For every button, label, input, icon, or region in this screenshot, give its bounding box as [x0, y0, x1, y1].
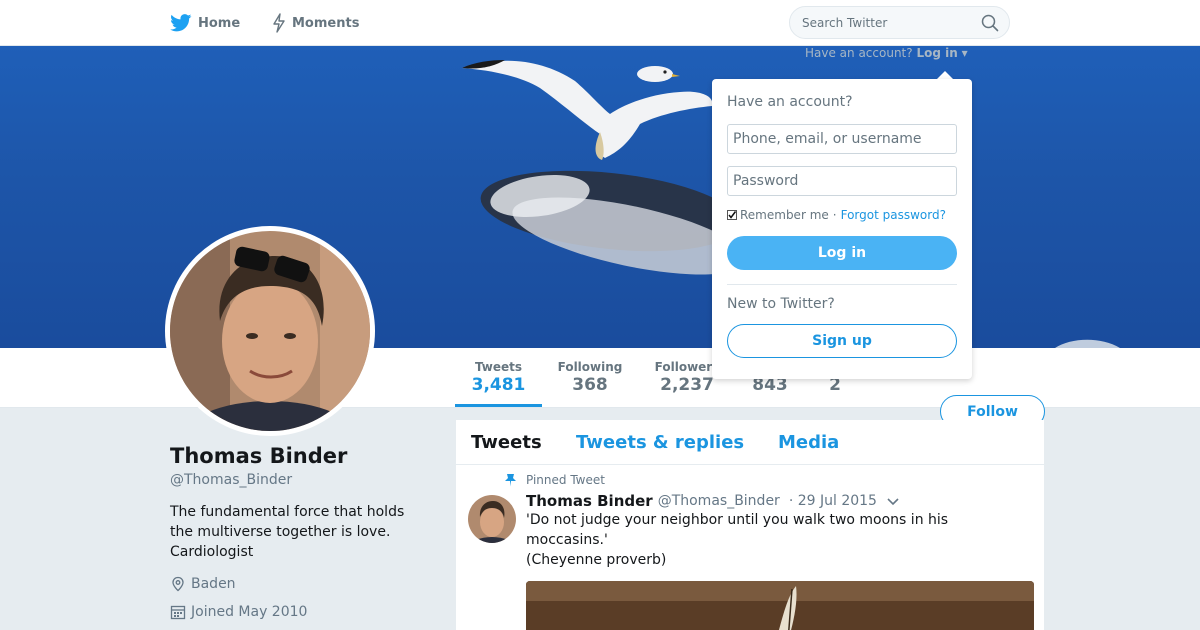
timeline: Tweets Tweets & replies Media Pinned Twe…	[456, 420, 1044, 630]
stat-tweets[interactable]: Tweets 3,481	[455, 360, 542, 395]
tweet-author-name[interactable]: Thomas Binder	[526, 492, 653, 510]
forgot-password-link[interactable]: Forgot password?	[841, 208, 946, 222]
tab-tweets[interactable]: Tweets	[471, 432, 542, 453]
stat-value: 368	[572, 375, 608, 395]
avatar-photo	[170, 231, 370, 431]
active-tab-underline	[455, 404, 542, 407]
separator-dot: ·	[832, 208, 837, 222]
login-hint-link[interactable]: Log in	[916, 46, 957, 60]
tweet-author-handle[interactable]: @Thomas_Binder	[658, 493, 780, 509]
tweet-avatar[interactable]	[468, 495, 516, 543]
stat-value: 3,481	[471, 375, 526, 395]
tweet-header: Thomas Binder @Thomas_Binder · 29 Jul 20…	[526, 492, 877, 510]
lightning-icon	[273, 13, 285, 33]
tab-tweets-replies[interactable]: Tweets & replies	[576, 432, 744, 453]
dropdown-caret	[937, 71, 953, 79]
login-hint: Have an account? Log in ▾	[805, 46, 968, 60]
stat-following[interactable]: Following 368	[550, 360, 630, 395]
remember-label: Remember me	[740, 208, 829, 222]
chevron-down-icon[interactable]	[886, 497, 900, 507]
dropdown-divider	[727, 284, 957, 285]
pin-icon	[505, 474, 516, 487]
tweet-text-line: 'Do not judge your neighbor until you wa…	[526, 512, 949, 548]
password-field[interactable]	[727, 166, 957, 196]
top-nav: Home Moments	[0, 0, 1200, 46]
username-field[interactable]	[727, 124, 957, 154]
remember-row: Remember me · Forgot password?	[727, 208, 946, 222]
new-to-twitter-label: New to Twitter?	[727, 296, 835, 312]
tweet-photo	[526, 581, 1034, 630]
profile-avatar[interactable]	[165, 226, 375, 436]
signup-button[interactable]: Sign up	[727, 324, 957, 358]
login-button[interactable]: Log in	[727, 236, 957, 270]
pinned-text: Pinned Tweet	[526, 473, 605, 487]
stat-label: Tweets	[474, 360, 523, 374]
tweet-text: 'Do not judge your neighbor until you wa…	[526, 510, 996, 570]
location-text: Baden	[191, 576, 236, 592]
login-dropdown: Have an account? Remember me · Forgot pa…	[712, 79, 972, 379]
nav-moments[interactable]: Moments	[272, 0, 359, 46]
caret-down-icon: ▾	[961, 46, 968, 60]
remember-checkbox[interactable]	[727, 210, 737, 220]
profile-joined: Joined May 2010	[170, 604, 307, 620]
nav-moments-label: Moments	[292, 15, 360, 31]
profile-name: Thomas Binder	[170, 444, 348, 468]
pinned-label: Pinned Tweet	[504, 473, 605, 487]
location-pin-icon	[172, 576, 184, 592]
stat-label: Following	[557, 360, 623, 374]
search-box	[789, 6, 1010, 39]
login-hint-text: Have an account?	[805, 46, 913, 60]
tweet-avatar-photo	[468, 495, 516, 543]
twitter-bird-icon	[170, 14, 192, 32]
tweet-text-line: (Cheyenne proverb)	[526, 552, 667, 568]
tweet-date[interactable]: · 29 Jul 2015	[789, 493, 877, 509]
dropdown-title: Have an account?	[727, 94, 853, 110]
tab-media[interactable]: Media	[778, 432, 839, 453]
search-icon[interactable]	[981, 14, 999, 32]
search-input[interactable]	[790, 7, 970, 38]
profile-handle[interactable]: @Thomas_Binder	[170, 472, 292, 488]
nav-home-label: Home	[198, 15, 241, 31]
calendar-icon	[170, 605, 186, 620]
profile-bio: The fundamental force that holds the mul…	[170, 504, 405, 560]
profile-location: Baden	[170, 576, 236, 592]
timeline-tabs: Tweets Tweets & replies Media	[456, 420, 1044, 465]
tweet-media-image[interactable]	[526, 581, 1034, 630]
joined-text: Joined May 2010	[191, 604, 308, 620]
nav-home[interactable]: Home	[170, 0, 240, 46]
